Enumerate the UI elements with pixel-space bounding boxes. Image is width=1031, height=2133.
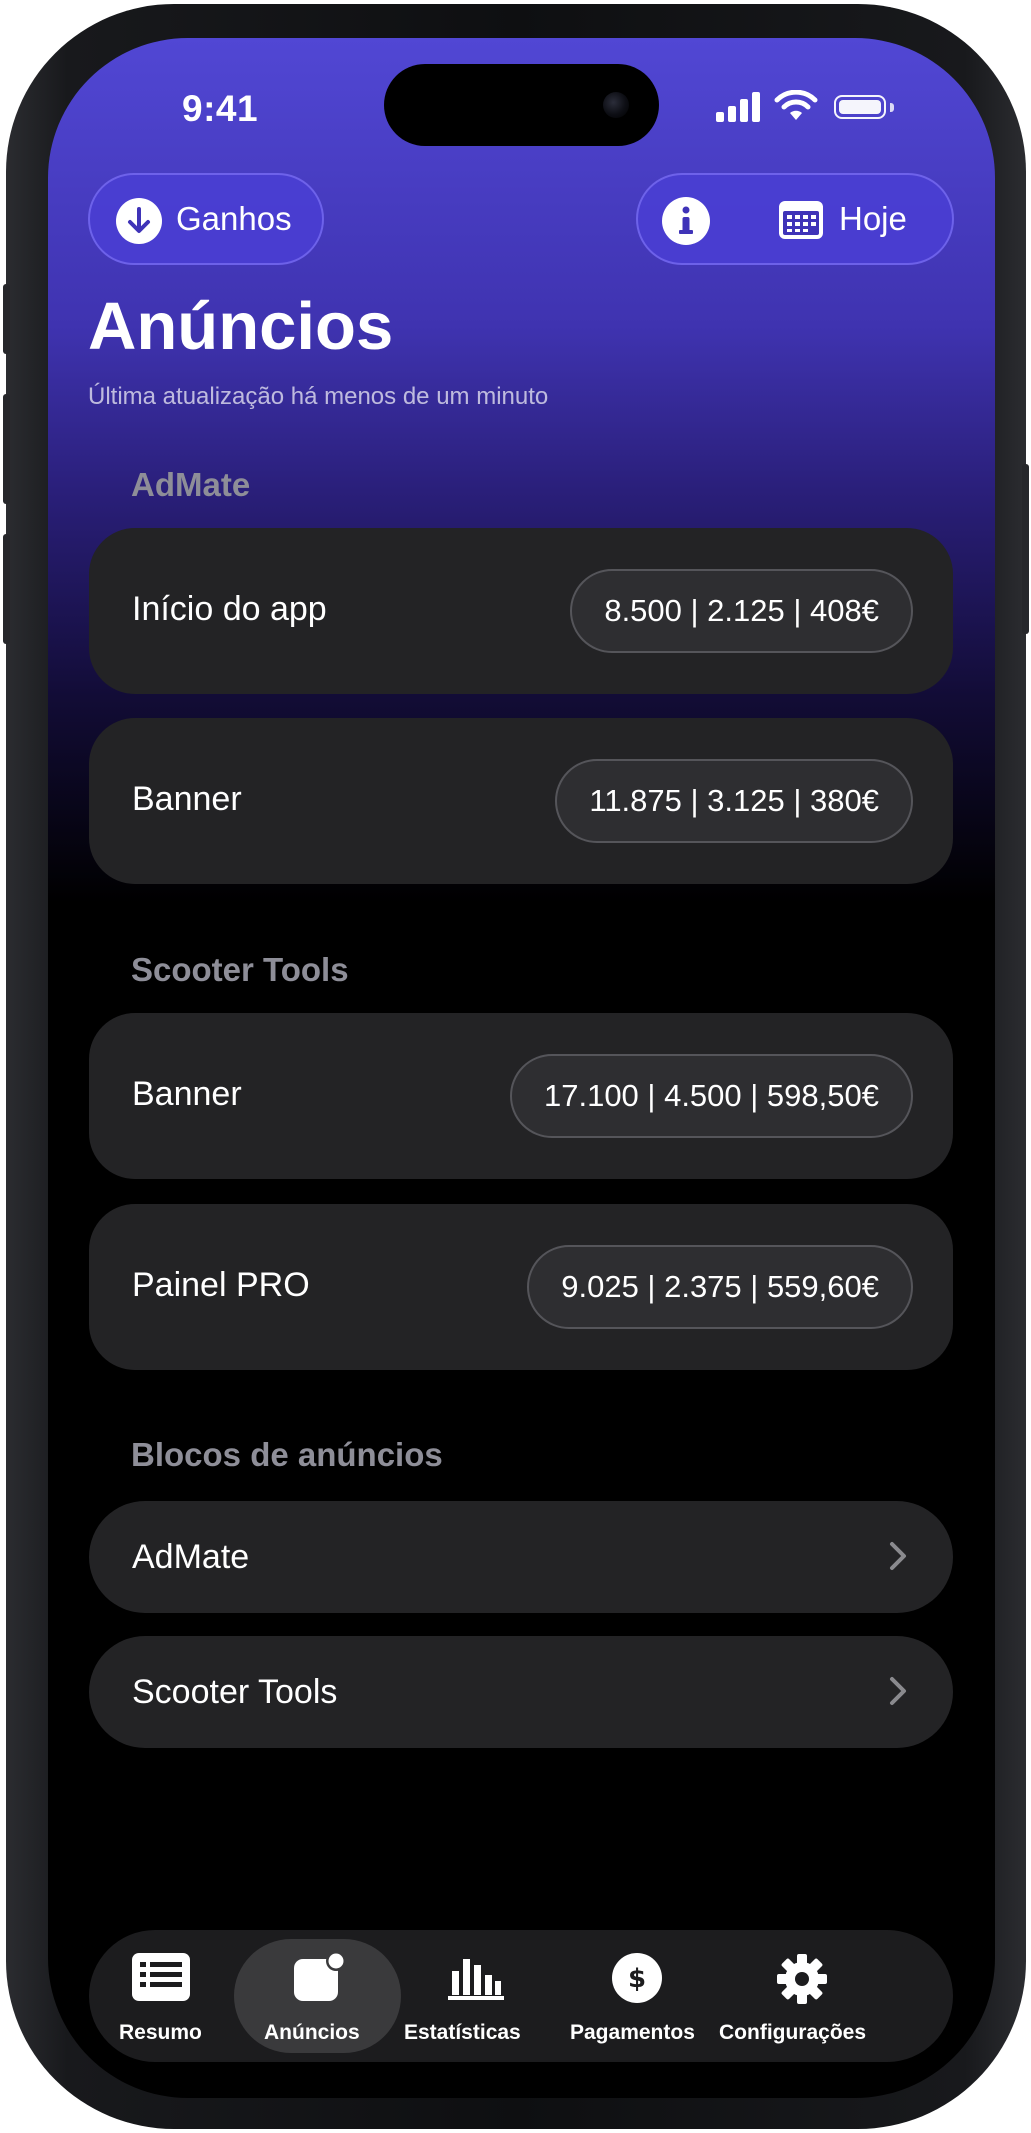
- list-icon: [132, 1953, 190, 2001]
- tab-configuracoes[interactable]: Configurações: [719, 1930, 953, 2062]
- ad-row-scooter-banner[interactable]: Banner 17.100 | 4.500 | 598,50€: [89, 1013, 953, 1179]
- page-title: Anúncios: [88, 289, 394, 364]
- section-title-scooter-tools: Scooter Tools: [131, 951, 349, 988]
- tab-label: Estatísticas: [404, 2021, 521, 2044]
- ad-block-label: AdMate: [132, 1538, 250, 1576]
- dynamic-island: [384, 64, 659, 146]
- camera-icon: [603, 92, 629, 118]
- bar-chart-icon: [448, 1959, 504, 2000]
- chevron-right-icon: [890, 1677, 906, 1705]
- date-button-label: Hoje: [839, 200, 907, 237]
- ad-row-label: Banner: [132, 1075, 242, 1113]
- battery-icon: [834, 95, 886, 119]
- ad-row-admate-app-open[interactable]: Início do app 8.500 | 2.125 | 408€: [89, 528, 953, 694]
- volume-up-button: [3, 394, 10, 504]
- tab-anuncios[interactable]: Anúncios: [234, 1930, 401, 2062]
- ad-block-admate[interactable]: AdMate: [89, 1501, 953, 1613]
- tab-estatisticas[interactable]: Estatísticas: [401, 1930, 553, 2062]
- earnings-button[interactable]: Ganhos: [88, 173, 324, 265]
- tab-label: Pagamentos: [570, 2021, 695, 2044]
- phone-frame: 9:41 Ganhos Hoje Anúncios Última atualiz…: [3, 4, 1029, 2129]
- volume-down-button: [3, 534, 10, 644]
- section-title-ad-blocks: Blocos de anúncios: [131, 1436, 443, 1473]
- ad-row-stats: 9.025 | 2.375 | 559,60€: [527, 1245, 913, 1329]
- dollar-circle-icon: $: [612, 1953, 662, 2003]
- info-icon[interactable]: [662, 197, 710, 245]
- status-time: 9:41: [182, 88, 259, 129]
- ad-row-label: Banner: [132, 780, 242, 818]
- status-icons: [716, 90, 956, 126]
- tab-resumo[interactable]: Resumo: [89, 1930, 234, 2062]
- ad-row-stats: 11.875 | 3.125 | 380€: [555, 759, 913, 843]
- ad-block-scooter-tools[interactable]: Scooter Tools: [89, 1636, 953, 1748]
- ad-badge-icon: [294, 1953, 346, 2001]
- chevron-right-icon: [890, 1542, 906, 1570]
- action-button: [3, 284, 10, 354]
- date-button[interactable]: Hoje: [778, 175, 948, 263]
- tab-label: Anúncios: [264, 2021, 360, 2044]
- ad-row-stats: 17.100 | 4.500 | 598,50€: [509, 1054, 913, 1138]
- ad-row-stats: 8.500 | 2.125 | 408€: [570, 569, 913, 653]
- calendar-icon: [779, 201, 823, 239]
- screen: 9:41 Ganhos Hoje Anúncios Última atualiz…: [48, 38, 995, 2098]
- tab-bar: Resumo Anúncios Estatísticas $ Pagamento…: [89, 1930, 953, 2062]
- ad-block-label: Scooter Tools: [132, 1673, 338, 1711]
- svg-text:$: $: [628, 1964, 646, 1994]
- tab-label: Configurações: [719, 2021, 867, 2044]
- ad-row-label: Início do app: [132, 590, 327, 628]
- ad-row-label: Painel PRO: [132, 1266, 310, 1304]
- battery-tip: [890, 103, 894, 112]
- download-icon: [116, 198, 162, 244]
- gear-icon: [777, 1954, 827, 2004]
- tab-pagamentos[interactable]: $ Pagamentos: [553, 1930, 719, 2062]
- ad-row-admate-banner[interactable]: Banner 11.875 | 3.125 | 380€: [89, 718, 953, 884]
- section-title-admate: AdMate: [131, 466, 251, 503]
- power-button: [1022, 464, 1029, 634]
- ad-row-scooter-pro-panel[interactable]: Painel PRO 9.025 | 2.375 | 559,60€: [89, 1204, 953, 1370]
- tab-label: Resumo: [119, 2021, 202, 2044]
- signal-icon: [716, 90, 762, 122]
- wifi-icon: [774, 90, 818, 120]
- earnings-button-label: Ganhos: [176, 200, 292, 237]
- info-date-group: Hoje: [636, 173, 954, 265]
- last-updated-text: Última atualização há menos de um minuto: [88, 383, 549, 410]
